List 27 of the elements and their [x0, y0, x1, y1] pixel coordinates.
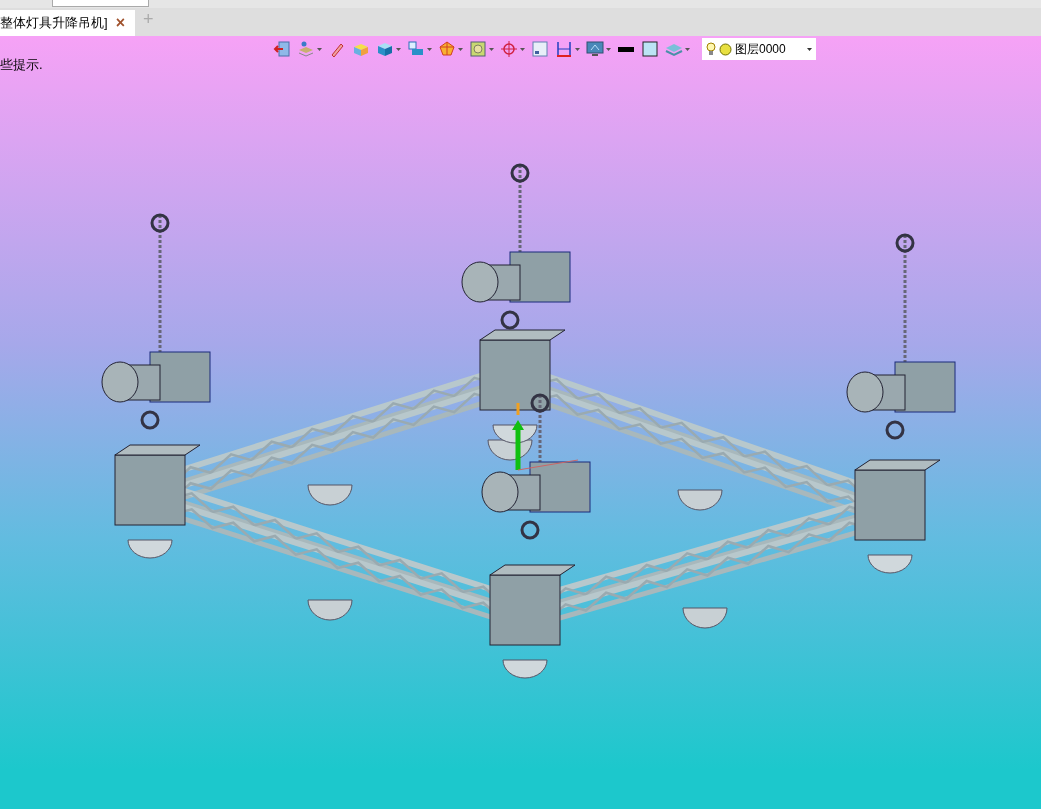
dropdown-arrow-icon	[807, 47, 812, 51]
dropdown-arrow-icon[interactable]	[575, 47, 580, 51]
cube-icon[interactable]	[376, 40, 394, 58]
frame-icon[interactable]	[469, 40, 487, 58]
document-tab[interactable]: 整体灯具升降吊机] ×	[0, 10, 135, 36]
dropdown-arrow-icon[interactable]	[317, 47, 322, 51]
dropdown-arrow-icon[interactable]	[489, 47, 494, 51]
dropdown-arrow-icon[interactable]	[458, 47, 463, 51]
dimension-icon[interactable]	[555, 40, 573, 58]
dropdown-arrow-icon[interactable]	[520, 47, 525, 51]
monitor-icon[interactable]	[586, 40, 604, 58]
dropdown-arrow-icon[interactable]	[606, 47, 611, 51]
circle-icon	[719, 42, 732, 56]
polygon-icon[interactable]	[438, 40, 456, 58]
close-button[interactable]: ×	[115, 11, 125, 35]
hint-text: 些提示.	[0, 56, 43, 74]
target-icon[interactable]	[500, 40, 518, 58]
dropdown-arrow-icon[interactable]	[396, 47, 401, 51]
fill-colour-icon[interactable]	[641, 40, 659, 58]
door-icon[interactable]	[273, 40, 291, 58]
cube-icon[interactable]	[407, 40, 425, 58]
window-icon[interactable]	[531, 40, 549, 58]
dropdown-arrow-icon[interactable]	[685, 47, 690, 51]
lightbulb-icon	[706, 42, 716, 56]
layers-icon[interactable]	[297, 40, 315, 58]
layer-dropdown[interactable]: 图层0000	[702, 38, 816, 60]
dropdown-arrow-icon[interactable]	[427, 47, 432, 51]
